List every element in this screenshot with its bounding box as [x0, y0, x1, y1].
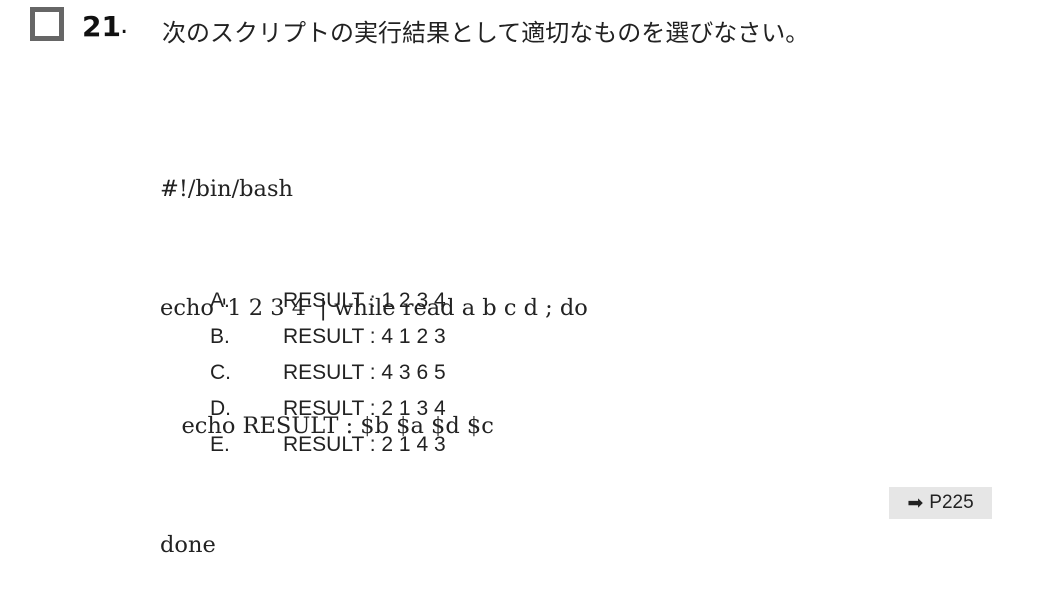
option-text: RESULT : 2 1 4 3 [283, 433, 446, 456]
arrow-right-icon: ➡ [907, 492, 924, 514]
page-reference[interactable]: ➡ P225 [889, 487, 992, 519]
code-line: done [160, 531, 216, 558]
question-number-suffix: . [120, 10, 129, 40]
option-text: RESULT : 4 1 2 3 [283, 325, 446, 348]
option-text: RESULT : 4 3 6 5 [283, 361, 446, 384]
option-letter: A. [210, 289, 230, 312]
code-line: #!/bin/bash [160, 176, 294, 202]
option-letter: B. [210, 325, 230, 348]
question-text: 次のスクリプトの実行結果として適切なものを選びなさい。 [162, 19, 810, 47]
question-number: 21 [82, 10, 121, 43]
answer-checkbox[interactable] [30, 7, 64, 41]
option-text: RESULT : 2 1 3 4 [283, 397, 446, 420]
option-letter: D. [210, 397, 231, 420]
option-letter: C. [210, 361, 231, 384]
option-text: RESULT : 1 2 3 4 [283, 289, 446, 312]
page-reference-label: P225 [929, 492, 974, 513]
option-letter: E. [210, 433, 230, 456]
